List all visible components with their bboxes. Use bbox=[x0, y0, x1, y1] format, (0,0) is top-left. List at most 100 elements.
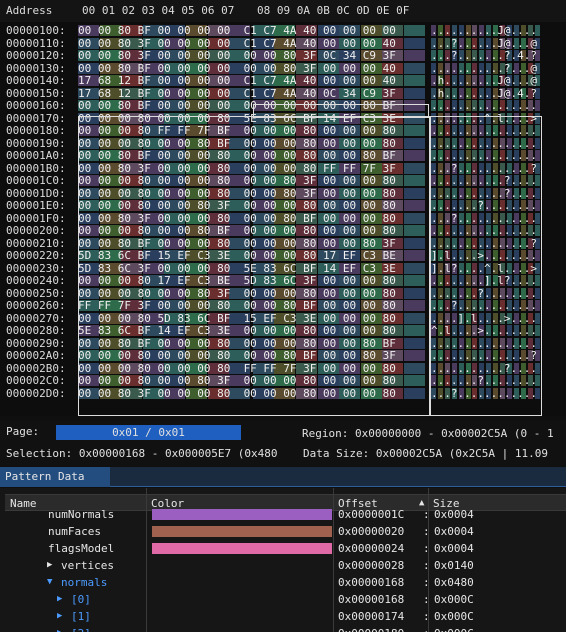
byte-cell[interactable] bbox=[404, 362, 425, 374]
byte-cell[interactable] bbox=[404, 137, 425, 149]
byte-cell[interactable] bbox=[404, 250, 425, 261]
ascii-text: .......?........ bbox=[431, 374, 537, 387]
byte-cell[interactable] bbox=[404, 212, 425, 224]
hex-bytes: 00 00 80 BF 00 00 00 00 00 00 80 3F 00 0… bbox=[78, 61, 396, 75]
row-size: 0x0004 bbox=[434, 542, 474, 555]
byte-cell[interactable] bbox=[404, 175, 425, 186]
byte-cell[interactable] bbox=[404, 325, 425, 336]
ascii-text: ........^.l....> bbox=[431, 111, 537, 125]
hex-bytes: 5E 83 6C BF 14 EF C3 3E 00 00 00 80 00 0… bbox=[78, 324, 396, 337]
ascii-text: ................ bbox=[431, 99, 537, 112]
ascii-text: .......?........ bbox=[431, 286, 537, 300]
byte-cell[interactable] bbox=[404, 225, 425, 236]
hex-bytes: 00 00 80 BF 00 00 00 00 C1 C7 4A 40 00 0… bbox=[78, 24, 396, 37]
row-address: 000001B0: bbox=[6, 161, 66, 175]
byte-cell[interactable] bbox=[404, 200, 425, 211]
table-row[interactable]: ▶ vertices 0x00000028:0x0140 bbox=[5, 557, 566, 574]
row-size: 0x0004 bbox=[434, 525, 474, 538]
byte-cell[interactable] bbox=[404, 112, 425, 124]
byte-columns-header-b: 08 09 0A 0B 0C 0D 0E 0F bbox=[257, 4, 410, 17]
expand-arrow-icon[interactable]: ▶ bbox=[47, 560, 52, 570]
row-offset: 0x00000024 bbox=[338, 542, 405, 555]
row-address: 000001E0: bbox=[6, 199, 66, 212]
hex-bytes: 00 00 80 BF 00 00 00 00 00 00 00 00 00 0… bbox=[78, 99, 396, 112]
byte-columns-header-a: 00 01 02 03 04 05 06 07 bbox=[82, 4, 235, 17]
table-row[interactable]: numNormals 0x0000001C:0x0004 bbox=[5, 506, 566, 523]
page-label: Page: bbox=[6, 425, 40, 438]
row-offset: 0x00000174 bbox=[338, 610, 405, 623]
hex-bytes: 17 68 12 BF 00 00 00 00 C1 C7 4A 40 00 0… bbox=[78, 74, 396, 87]
row-offset: 0x00000168 bbox=[338, 576, 405, 589]
expand-arrow-icon[interactable]: ▶ bbox=[57, 611, 62, 621]
row-name: [0] bbox=[71, 593, 91, 606]
byte-cell[interactable] bbox=[404, 100, 425, 111]
row-address: 00000220: bbox=[6, 249, 66, 262]
byte-cell[interactable] bbox=[404, 125, 425, 136]
byte-cell[interactable] bbox=[404, 50, 425, 61]
collapse-arrow-icon[interactable]: ▼ bbox=[47, 577, 52, 587]
tab-label: Pattern Data bbox=[5, 470, 85, 483]
row-name: normals bbox=[61, 576, 108, 589]
byte-cell[interactable] bbox=[404, 162, 425, 174]
color-swatch bbox=[152, 526, 332, 537]
hex-bytes: 00 00 00 80 00 00 80 BF 00 00 00 80 00 0… bbox=[78, 136, 396, 150]
table-row[interactable]: ▼ normals 0x00000168:0x0480 bbox=[5, 574, 566, 591]
row-size: 0x000C bbox=[434, 593, 474, 606]
row-address: 000002A0: bbox=[6, 349, 66, 362]
byte-cell[interactable] bbox=[404, 37, 425, 49]
table-row[interactable]: numFaces 0x00000020:0x0004 bbox=[5, 523, 566, 540]
byte-cell[interactable] bbox=[404, 375, 425, 386]
byte-cell[interactable] bbox=[404, 262, 425, 274]
expand-arrow-icon[interactable]: ▶ bbox=[57, 594, 62, 604]
expand-arrow-icon[interactable]: ▶ bbox=[57, 628, 62, 632]
row-name: [1] bbox=[71, 610, 91, 623]
table-row[interactable]: ▶ [1] 0x00000174:0x000C bbox=[5, 608, 566, 625]
byte-cell[interactable] bbox=[404, 387, 425, 399]
row-name: numNormals bbox=[48, 508, 115, 521]
table-row[interactable]: ▶ [2] 0x00000180:0x000C bbox=[5, 625, 566, 632]
hex-bytes: 00 00 00 80 00 00 00 80 00 00 80 3F 00 0… bbox=[78, 186, 396, 200]
ascii-text: ...?............ bbox=[431, 211, 537, 225]
ascii-text: ...?...........? bbox=[431, 161, 537, 175]
byte-cell[interactable] bbox=[404, 150, 425, 161]
ascii-text: ].l....>........ bbox=[431, 249, 537, 262]
byte-cell[interactable] bbox=[404, 62, 425, 74]
hex-bytes: 17 68 12 BF 00 00 00 00 C1 C7 4A 40 0C 3… bbox=[78, 86, 396, 100]
byte-cell[interactable] bbox=[404, 187, 425, 199]
row-address: 00000280: bbox=[6, 324, 66, 337]
ascii-text: ...........?.... bbox=[431, 361, 537, 375]
row-separator: : bbox=[423, 508, 430, 521]
hex-bytes: 00 00 00 80 00 00 80 3F 00 00 00 80 00 0… bbox=[78, 286, 396, 300]
selection-readout: Selection: 0x00000168 - 0x000005E7 (0x48… bbox=[6, 447, 278, 460]
byte-cell[interactable] bbox=[404, 75, 425, 86]
row-offset: 0x00000020 bbox=[338, 525, 405, 538]
row-offset: 0x0000001C bbox=[338, 508, 405, 521]
table-row[interactable]: flagsModel 0x00000024:0x0004 bbox=[5, 540, 566, 557]
row-offset: 0x00000180 bbox=[338, 627, 404, 632]
ascii-text: .......?........ bbox=[431, 199, 537, 212]
hex-bytes: 00 00 00 80 00 00 80 3F 00 00 00 80 00 0… bbox=[78, 374, 396, 387]
ascii-text: ................ bbox=[431, 336, 537, 350]
byte-cell[interactable] bbox=[404, 25, 425, 36]
row-size: 0x000C bbox=[434, 627, 474, 632]
row-offset: 0x00000028 bbox=[338, 559, 405, 572]
ascii-text: ...........?.... bbox=[431, 174, 537, 187]
tab-pattern-data[interactable]: Pattern Data bbox=[0, 467, 110, 487]
byte-cell[interactable] bbox=[404, 87, 425, 99]
row-separator: : bbox=[423, 542, 430, 555]
row-address: 00000210: bbox=[6, 236, 66, 250]
row-separator: : bbox=[423, 593, 430, 606]
hex-bytes: 00 00 00 80 5D 83 6C BF 15 EF C3 3E 00 0… bbox=[78, 311, 396, 325]
byte-cell[interactable] bbox=[404, 312, 425, 324]
row-size: 0x0004 bbox=[434, 508, 474, 521]
page-selector[interactable]: 0x01 / 0x01 bbox=[56, 425, 241, 440]
byte-cell[interactable] bbox=[404, 237, 425, 249]
byte-cell[interactable] bbox=[404, 300, 425, 311]
byte-cell[interactable] bbox=[404, 275, 425, 286]
hex-editor-view[interactable]: 00000100: 00 00 80 BF 00 00 00 00 C1 C7 4… bbox=[0, 22, 566, 416]
ascii-text: ...?.......?.4.? bbox=[431, 49, 537, 62]
byte-cell[interactable] bbox=[404, 337, 425, 349]
byte-cell[interactable] bbox=[404, 350, 425, 361]
table-row[interactable]: ▶ [0] 0x00000168:0x000C bbox=[5, 591, 566, 608]
byte-cell[interactable] bbox=[404, 287, 425, 299]
